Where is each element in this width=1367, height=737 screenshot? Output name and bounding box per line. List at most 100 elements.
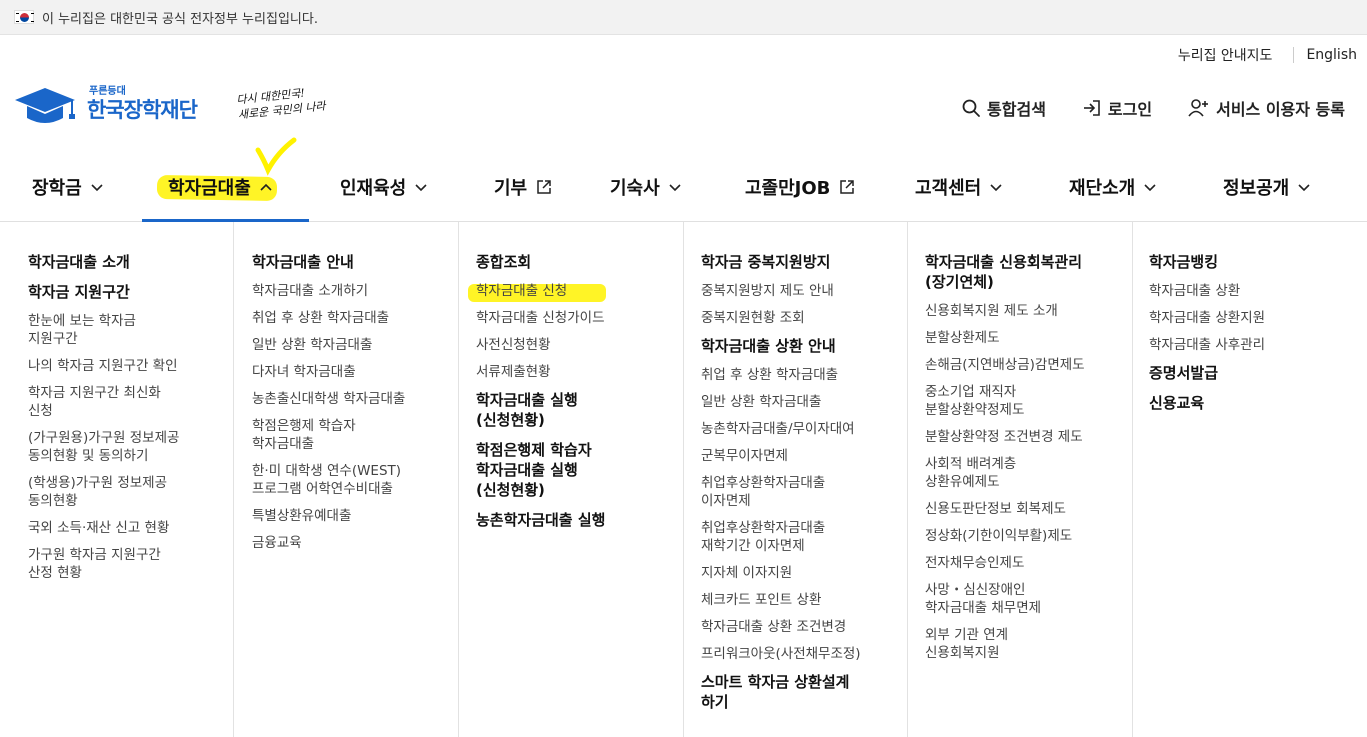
- menu-item[interactable]: 외부 기관 연계 신용회복지원: [925, 626, 1132, 662]
- menu-heading[interactable]: 학자금대출 소개: [28, 252, 233, 272]
- menu-item[interactable]: 학자금대출 상환지원: [1149, 309, 1367, 327]
- menu-item[interactable]: 학자금 지원구간 최신화 신청: [28, 384, 233, 420]
- chevron-up-icon: [260, 183, 272, 191]
- menu-item[interactable]: 농촌학자금대출/무이자대여: [701, 420, 907, 438]
- nav-student-loan[interactable]: 학자금대출: [142, 152, 309, 222]
- menu-heading[interactable]: 학점은행제 학습자 학자금대출 실행 (신청현황): [476, 440, 683, 500]
- menu-item[interactable]: 한눈에 보는 학자금 지원구간: [28, 312, 233, 348]
- menu-item[interactable]: 중복지원방지 제도 안내: [701, 282, 907, 300]
- login-label: 로그인: [1107, 100, 1153, 119]
- nav-scholarship[interactable]: 장학금: [32, 152, 104, 222]
- header-actions: 통합검색 로그인 서비스 이용자 등록: [925, 96, 1345, 120]
- login-icon: [1083, 100, 1100, 116]
- menu-item[interactable]: 군복무이자면제: [701, 447, 907, 465]
- menu-item[interactable]: 국외 소득·재산 신고 현황: [28, 519, 233, 537]
- menu-item[interactable]: 취업 후 상환 학자금대출: [701, 366, 907, 384]
- menu-heading[interactable]: 학자금 중복지원방지: [701, 252, 907, 272]
- menu-item[interactable]: 금융교육: [252, 534, 458, 552]
- slogan: 다시 대한민국! 새로운 국민의 나라: [236, 83, 327, 122]
- menu-item[interactable]: 서류제출현황: [476, 363, 683, 381]
- menu-item[interactable]: 일반 상환 학자금대출: [701, 393, 907, 411]
- menu-heading[interactable]: 신용교육: [1149, 393, 1367, 413]
- menu-item[interactable]: 체크카드 포인트 상환: [701, 591, 907, 609]
- menu-item[interactable]: 학자금대출 신청: [476, 282, 683, 300]
- chevron-down-icon: [91, 184, 103, 192]
- nav-label: 장학금: [32, 178, 82, 199]
- menu-item[interactable]: 사망・심신장애인 학자금대출 채무면제: [925, 581, 1132, 617]
- nav-label: 기숙사: [610, 178, 660, 199]
- menu-heading[interactable]: 증명서발급: [1149, 363, 1367, 383]
- menu-item[interactable]: 다자녀 학자금대출: [252, 363, 458, 381]
- menu-heading[interactable]: 종합조회: [476, 252, 683, 272]
- menu-item[interactable]: 학자금대출 사후관리: [1149, 336, 1367, 354]
- menu-item[interactable]: 학자금대출 신청가이드: [476, 309, 683, 327]
- chevron-down-icon: [415, 184, 427, 192]
- menu-heading[interactable]: 학자금대출 실행 (신청현황): [476, 390, 683, 430]
- menu-item[interactable]: 가구원 학자금 지원구간 산정 현황: [28, 546, 233, 582]
- menu-item[interactable]: (가구원용)가구원 정보제공 동의현황 및 동의하기: [28, 429, 233, 465]
- menu-item[interactable]: 분할상환약정 조건변경 제도: [925, 428, 1132, 446]
- menu-heading[interactable]: 학자금뱅킹: [1149, 252, 1367, 272]
- search-button[interactable]: 통합검색: [961, 96, 1046, 120]
- menu-item[interactable]: 중소기업 재직자 분할상환약정제도: [925, 383, 1132, 419]
- nav-disclosure[interactable]: 정보공개: [1223, 152, 1311, 222]
- english-link[interactable]: English: [1306, 47, 1357, 63]
- chevron-down-icon: [1144, 184, 1156, 192]
- menu-item[interactable]: 학점은행제 학습자 학자금대출: [252, 417, 458, 453]
- nav-label: 학자금대출: [168, 178, 251, 199]
- menu-column-banking: 학자금뱅킹 학자금대출 상환학자금대출 상환지원학자금대출 사후관리 증명서발급…: [1132, 222, 1367, 737]
- menu-item[interactable]: 전자채무승인제도: [925, 554, 1132, 572]
- nav-talent[interactable]: 인재육성: [340, 152, 428, 222]
- graduation-cap-icon: [13, 84, 79, 128]
- site-logo[interactable]: 푸른등대 한국장학재단: [13, 84, 198, 128]
- menu-item[interactable]: 한·미 대학생 연수(WEST) 프로그램 어학연수비대출: [252, 462, 458, 498]
- nav-about[interactable]: 재단소개: [1069, 152, 1157, 222]
- nav-customer-center[interactable]: 고객센터: [915, 152, 1003, 222]
- menu-item[interactable]: 신용회복지원 제도 소개: [925, 302, 1132, 320]
- nav-label: 고졸만JOB: [745, 178, 831, 199]
- menu-item[interactable]: 사회적 배려계층 상환유예제도: [925, 455, 1132, 491]
- menu-item[interactable]: 학자금대출 상환: [1149, 282, 1367, 300]
- nav-job[interactable]: 고졸만JOB: [745, 152, 856, 222]
- menu-item[interactable]: (학생용)가구원 정보제공 동의현황: [28, 474, 233, 510]
- nav-label: 인재육성: [340, 178, 407, 199]
- menu-heading[interactable]: 학자금대출 상환 안내: [701, 336, 907, 356]
- menu-item[interactable]: 취업 후 상환 학자금대출: [252, 309, 458, 327]
- menu-column-inquiry: 종합조회 학자금대출 신청학자금대출 신청가이드사전신청현황서류제출현황 학자금…: [458, 222, 683, 737]
- nav-label: 고객센터: [915, 178, 982, 199]
- menu-list: 한눈에 보는 학자금 지원구간나의 학자금 지원구간 확인학자금 지원구간 최신…: [28, 312, 233, 582]
- menu-item[interactable]: 농촌출신대학생 학자금대출: [252, 390, 458, 408]
- menu-heading[interactable]: 학자금 지원구간: [28, 282, 233, 302]
- menu-item[interactable]: 일반 상환 학자금대출: [252, 336, 458, 354]
- menu-item[interactable]: 특별상환유예대출: [252, 507, 458, 525]
- menu-item[interactable]: 정상화(기한이익부활)제도: [925, 527, 1132, 545]
- register-button[interactable]: 서비스 이용자 등록: [1188, 96, 1345, 120]
- nav-donation[interactable]: 기부: [494, 152, 553, 222]
- sitemap-link[interactable]: 누리집 안내지도: [1178, 45, 1273, 65]
- menu-item[interactable]: 지자체 이자지원: [701, 564, 907, 582]
- menu-item[interactable]: 사전신청현황: [476, 336, 683, 354]
- menu-item[interactable]: 학자금대출 소개하기: [252, 282, 458, 300]
- menu-item[interactable]: 손해금(지연배상금)감면제도: [925, 356, 1132, 374]
- menu-list: 학자금대출 소개하기취업 후 상환 학자금대출일반 상환 학자금대출다자녀 학자…: [252, 282, 458, 552]
- menu-heading[interactable]: 농촌학자금대출 실행: [476, 510, 683, 530]
- menu-list: 학자금대출 상환학자금대출 상환지원학자금대출 사후관리: [1149, 282, 1367, 354]
- menu-item[interactable]: 신용도판단정보 회복제도: [925, 500, 1132, 518]
- menu-heading[interactable]: 스마트 학자금 상환설계 하기: [701, 672, 907, 712]
- search-label: 통합검색: [987, 100, 1046, 119]
- nav-dormitory[interactable]: 기숙사: [610, 152, 682, 222]
- external-link-icon: [537, 180, 551, 194]
- menu-item[interactable]: 취업후상환학자금대출 이자면제: [701, 474, 907, 510]
- menu-item[interactable]: 학자금대출 상환 조건변경: [701, 618, 907, 636]
- chevron-down-icon: [990, 184, 1002, 192]
- menu-item[interactable]: 나의 학자금 지원구간 확인: [28, 357, 233, 375]
- chevron-down-icon: [1298, 184, 1310, 192]
- menu-heading[interactable]: 학자금대출 안내: [252, 252, 458, 272]
- menu-item[interactable]: 프리워크아웃(사전채무조정): [701, 645, 907, 663]
- menu-item[interactable]: 취업후상환학자금대출 재학기간 이자면제: [701, 519, 907, 555]
- menu-item[interactable]: 분할상환제도: [925, 329, 1132, 347]
- login-button[interactable]: 로그인: [1082, 96, 1152, 120]
- menu-column-guide: 학자금대출 안내 학자금대출 소개하기취업 후 상환 학자금대출일반 상환 학자…: [233, 222, 458, 737]
- menu-item[interactable]: 중복지원현황 조회: [701, 309, 907, 327]
- menu-heading[interactable]: 학자금대출 신용회복관리 (장기연체): [925, 252, 1132, 292]
